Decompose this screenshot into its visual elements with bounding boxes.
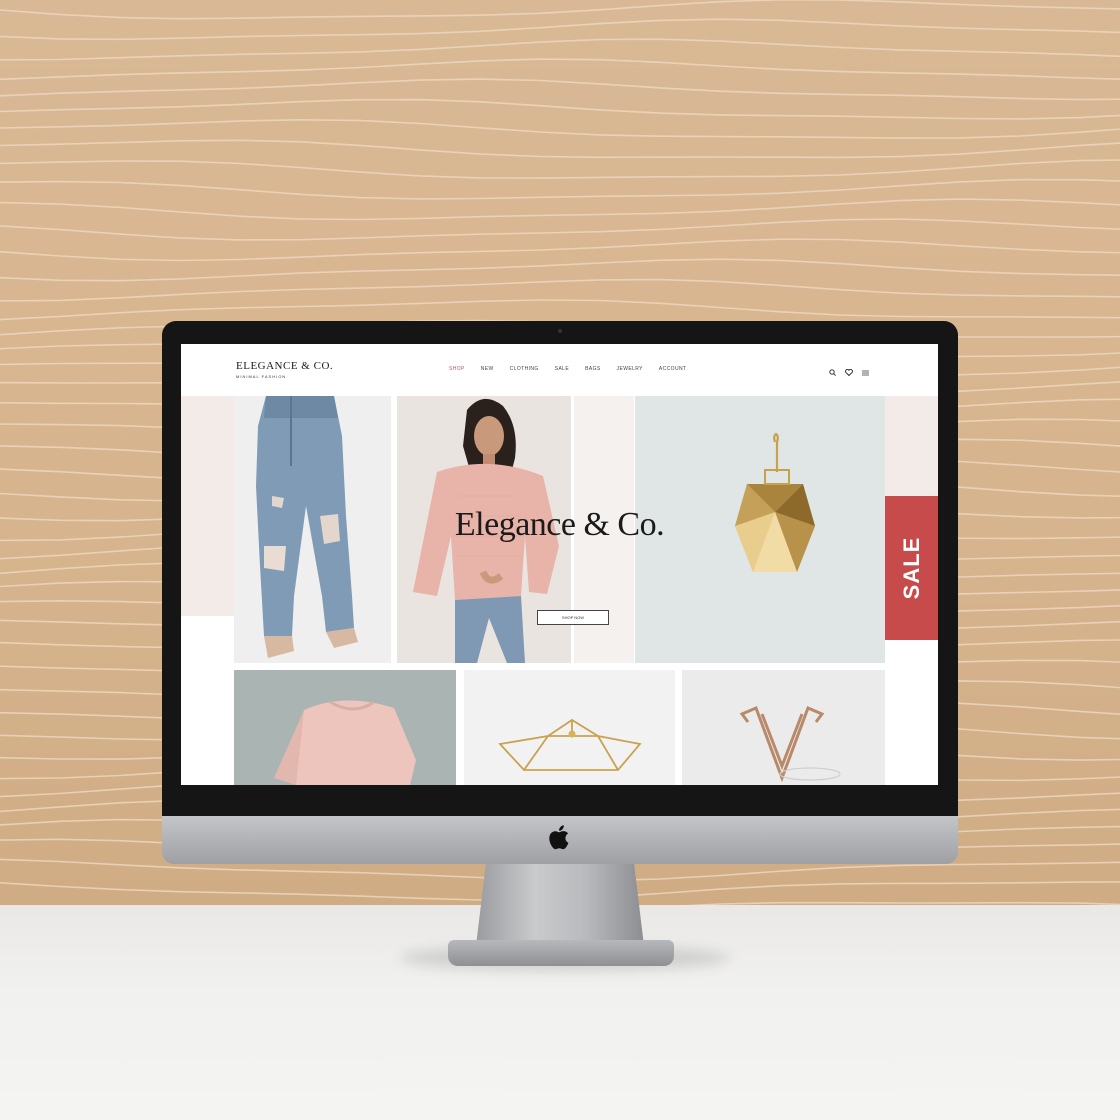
wall-grain-line <box>0 178 1120 200</box>
product-card-ring[interactable] <box>682 670 885 785</box>
wall-grain-line <box>0 139 1120 159</box>
hero-banner: Elegance & Co. SHOP NOW SALE <box>181 396 938 663</box>
wall-grain-line <box>0 278 1120 302</box>
website-screen: ELEGANCE & CO. MINIMAL FASHION SHOP NEW … <box>181 344 938 785</box>
wall-grain-line <box>0 299 1120 321</box>
nav-item-bags[interactable]: BAGS <box>585 366 601 372</box>
header-icons <box>829 363 869 381</box>
search-icon[interactable] <box>829 363 836 381</box>
wall-grain-line <box>0 118 1120 139</box>
sale-label: SALE <box>898 536 924 600</box>
nav-item-shop[interactable]: SHOP <box>449 366 465 372</box>
shop-now-button[interactable]: SHOP NOW <box>537 610 609 625</box>
wall-grain-line <box>0 78 1120 101</box>
wall-grain-line <box>0 58 1120 81</box>
nav-item-jewelry[interactable]: JEWELRY <box>617 366 643 372</box>
site-header: ELEGANCE & CO. MINIMAL FASHION SHOP NEW … <box>181 344 938 396</box>
heart-icon[interactable] <box>845 363 853 381</box>
wall-grain-line <box>0 98 1120 120</box>
apple-logo-icon <box>549 825 569 850</box>
wall-grain-line <box>0 38 1120 61</box>
nav-item-account[interactable]: ACCOUNT <box>659 366 687 372</box>
nav-item-new[interactable]: NEW <box>481 366 494 372</box>
nav-item-sale[interactable]: SALE <box>555 366 569 372</box>
wall-grain-line <box>0 218 1120 241</box>
sale-banner[interactable]: SALE <box>885 496 938 640</box>
wall-grain-line <box>0 159 1120 179</box>
menu-icon[interactable] <box>862 363 869 381</box>
site-tagline: MINIMAL FASHION <box>236 374 287 379</box>
wall-grain-line <box>0 18 1120 41</box>
wall-grain-line <box>0 0 1120 20</box>
wall-grain-line <box>0 198 1120 221</box>
main-nav: SHOP NEW CLOTHING SALE BAGS JEWELRY ACCO… <box>449 366 686 372</box>
wall-grain-line <box>0 258 1120 282</box>
hero-title: Elegance & Co. <box>454 506 665 543</box>
camera-dot <box>558 329 562 333</box>
product-card-sweater[interactable] <box>234 670 456 785</box>
product-card-bracelet[interactable] <box>464 670 675 785</box>
site-logo[interactable]: ELEGANCE & CO. <box>236 360 333 372</box>
nav-item-clothing[interactable]: CLOTHING <box>510 366 539 372</box>
monitor-stand-base <box>448 940 674 966</box>
monitor-stand <box>476 862 644 946</box>
wall-grain-line <box>0 238 1120 262</box>
